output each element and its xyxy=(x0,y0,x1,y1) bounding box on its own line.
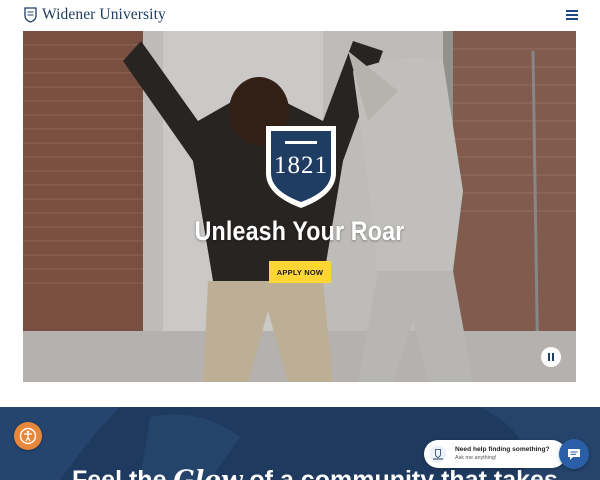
accessibility-glyph-icon xyxy=(19,427,37,445)
apply-now-button[interactable]: APPLY NOW xyxy=(269,261,331,283)
pause-icon[interactable] xyxy=(541,347,561,367)
heading-script-word: Glow xyxy=(173,465,243,480)
crest-year: 1821 xyxy=(274,152,328,179)
chat-glyph-icon xyxy=(568,448,580,460)
hamburger-menu-icon[interactable] xyxy=(566,10,578,21)
heading-text-end: of a community that takes xyxy=(242,466,558,480)
chat-prompt-bubble[interactable]: Need help finding something? Ask me anyt… xyxy=(424,440,566,468)
hero-title: Unleash Your Roar xyxy=(194,216,405,246)
widener-shield-icon xyxy=(24,7,37,23)
logo-text: Widener University xyxy=(42,6,166,23)
chat-prompt-title: Need help finding something? xyxy=(455,446,550,453)
widener-chat-avatar-icon xyxy=(429,445,447,463)
site-header: Widener University xyxy=(0,0,600,30)
accessibility-icon[interactable] xyxy=(14,422,42,450)
hero-banner: 1821 Unleash Your Roar APPLY NOW xyxy=(23,31,576,382)
site-logo[interactable]: Widener University xyxy=(24,6,166,24)
chat-prompt-subtitle: Ask me anything! xyxy=(455,455,497,461)
heading-text-start: Feel the xyxy=(72,466,174,480)
chat-icon[interactable] xyxy=(559,439,589,469)
